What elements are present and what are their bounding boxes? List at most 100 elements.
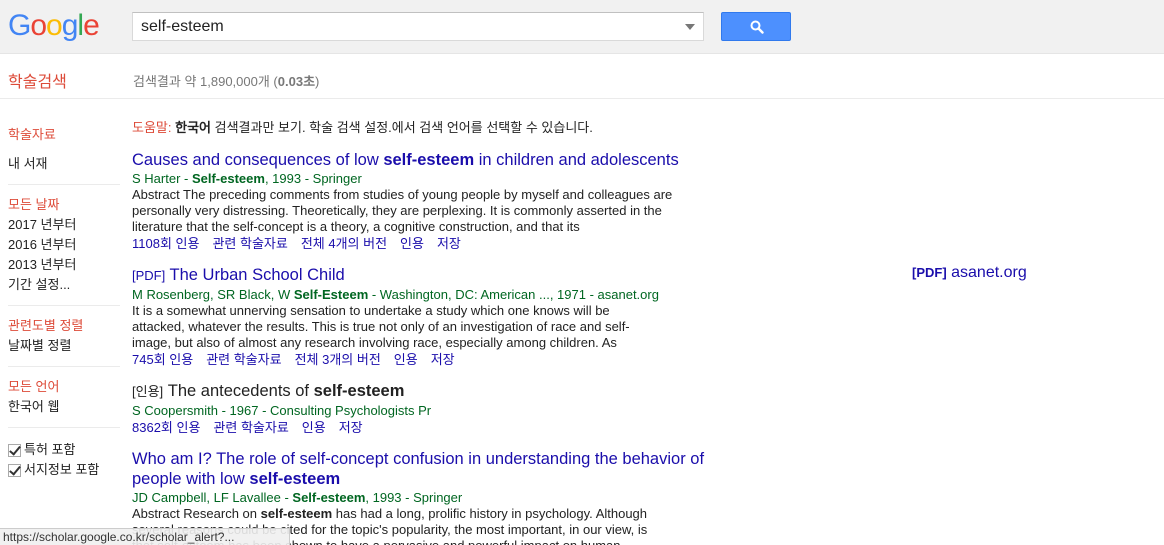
result-title-bold: self-esteem [249,470,341,488]
help-text: 검색결과만 보기. 학술 검색 설정.에서 검색 언어를 선택할 수 있습니다. [211,120,593,135]
cite-link[interactable]: 인용 [394,352,418,367]
sidebar-group-sort: 관련도별 정렬 날짜별 정렬 [8,316,120,367]
save-link[interactable]: 저장 [339,420,363,435]
browser-status-bar: https://scholar.google.co.kr/scholar_ale… [0,528,290,545]
versions-link[interactable]: 전체 4개의 버전 [301,236,387,251]
versions-link[interactable]: 전체 3개의 버전 [295,352,381,367]
search-icon [750,20,764,34]
snippet-bold: self-esteem [260,506,333,521]
result-meta-pre: S Harter - [132,171,192,186]
result-item: Causes and consequences of low self-este… [132,150,892,252]
result-title-link[interactable]: Causes and consequences of low self-este… [132,150,892,170]
result-title-pre: Causes and consequences of low [132,151,384,169]
result-meta-bold: Self-esteem [191,171,265,186]
sidebar-item-since-2013[interactable]: 2013 년부터 [8,255,120,275]
result-meta-post: - Washington, DC: American ..., 1971 - a… [368,287,659,302]
sidebar-item-articles[interactable]: 학술자료 [8,125,120,145]
sidebar-item-custom-range[interactable]: 기간 설정... [8,275,120,295]
result-item: [인용] The antecedents of self-esteem S Co… [132,381,892,436]
scholar-title[interactable]: 학술검색 [8,68,67,92]
result-links: 745회 인용 관련 학술자료 전체 3개의 버전 인용 저장 [132,351,892,368]
sidebar-group-language: 모든 언어 한국어 웹 [8,377,120,428]
sidebar-item-any-time[interactable]: 모든 날짜 [8,195,120,215]
logo-letter-o1: o [30,9,47,42]
help-label: 도움말: [132,120,172,135]
sidebar-group-options: 특허 포함 서지정보 포함 [8,438,120,480]
search-box [132,12,704,41]
sidebar-item-korean-web[interactable]: 한국어 웹 [8,397,120,417]
include-citations-checkbox[interactable] [8,463,21,477]
result-title: [인용] The antecedents of self-esteem [132,381,892,402]
sidebar-item-sort-date[interactable]: 날짜별 정렬 [8,336,120,356]
related-link[interactable]: 관련 학술자료 [213,420,288,435]
cited-by-link[interactable]: 1108회 인용 [132,236,199,251]
result-meta-post: , 1993 - Springer [264,171,362,186]
result-meta: S Harter - Self-esteem, 1993 - Springer [132,170,892,187]
result-meta-pre: JD Campbell, LF Lavallee - [132,490,293,505]
search-input[interactable] [133,13,673,40]
sidebar-item-sort-relevance[interactable]: 관련도별 정렬 [8,316,120,336]
include-patents-label: 특허 포함 [24,442,76,457]
stats-suffix: ) [315,74,320,89]
result-meta-bold: Self-Esteem [293,287,369,302]
result-meta: M Rosenberg, SR Black, W Self-Esteem - W… [132,286,892,303]
save-link[interactable]: 저장 [431,352,455,367]
result-title-bold: self-esteem [383,151,475,169]
result-type-tag: [인용] [132,384,164,399]
stats-prefix: 검색결과 약 1,890,000개 ( [133,74,278,89]
include-patents-checkbox[interactable] [8,443,21,457]
result-links: 8362회 인용 관련 학술자료 인용 저장 [132,419,892,436]
result-title-post: in children and adolescents [474,151,679,169]
search-options-dropdown[interactable] [685,24,695,30]
snippet-pre: Abstract Research on [132,506,261,521]
result-title-pre: Who am I? The role of self-concept confu… [132,450,705,488]
logo-letter-o2: o [46,9,63,42]
google-logo[interactable]: Google [8,8,100,44]
sidebar-item-any-language[interactable]: 모든 언어 [8,377,120,397]
sidebar-item-since-2017[interactable]: 2017 년부터 [8,215,120,235]
cite-link[interactable]: 인용 [302,420,326,435]
cited-by-link[interactable]: 745회 인용 [132,352,193,367]
result-meta-bold: Self-esteem [292,490,366,505]
result-title-link[interactable]: [PDF] The Urban School Child [132,265,892,286]
results-list: 도움말: 한국어 검색결과만 보기. 학술 검색 설정.에서 검색 언어를 선택… [132,119,892,545]
include-citations-label: 서지정보 포함 [24,462,100,477]
top-bar: Google [0,0,1164,54]
sidebar-item-since-2016[interactable]: 2016 년부터 [8,235,120,255]
save-link[interactable]: 저장 [437,236,461,251]
related-link[interactable]: 관련 학술자료 [212,236,287,251]
result-snippet: Abstract The preceding comments from stu… [132,187,673,234]
language-help-line: 도움말: 한국어 검색결과만 보기. 학술 검색 설정.에서 검색 언어를 선택… [132,119,892,137]
pdf-side-tag: [PDF] [912,265,947,280]
result-meta-post: , 1993 - Springer [365,490,463,505]
sidebar: 학술자료 내 서재 모든 날짜 2017 년부터 2016 년부터 2013 년… [8,120,120,480]
result-meta: S Coopersmith - 1967 - Consulting Psycho… [132,403,432,418]
result-links: 1108회 인용 관련 학술자료 전체 4개의 버전 인용 저장 [132,235,892,252]
include-patents-option[interactable]: 특허 포함 [8,440,120,460]
pdf-side-link[interactable]: [PDF] asanet.org [912,264,1027,282]
logo-letter-g: G [8,9,31,42]
cite-link[interactable]: 인용 [400,236,424,251]
help-language-link[interactable]: 한국어 [175,120,211,135]
search-button[interactable] [721,12,791,41]
include-citations-option[interactable]: 서지정보 포함 [8,460,120,480]
logo-letter-e: e [83,9,100,42]
logo-letter-g2: g [61,9,79,42]
result-meta-pre: M Rosenberg, SR Black, W [132,287,294,302]
pdf-side-domain: asanet.org [951,264,1027,281]
sub-header: 학술검색 검색결과 약 1,890,000개 (0.03초) [0,55,1164,99]
sidebar-group-date: 모든 날짜 2017 년부터 2016 년부터 2013 년부터 기간 설정..… [8,195,120,306]
result-title: The Urban School Child [169,266,345,284]
result-title-bold: self-esteem [313,382,405,400]
cited-by-link[interactable]: 8362회 인용 [132,420,200,435]
result-meta: JD Campbell, LF Lavallee - Self-esteem, … [132,489,892,506]
result-stats: 검색결과 약 1,890,000개 (0.03초) [133,71,319,90]
result-title-link[interactable]: Who am I? The role of self-concept confu… [132,449,732,489]
sidebar-group-collection: 학술자료 내 서재 [8,120,120,185]
sidebar-item-my-library[interactable]: 내 서재 [8,154,120,174]
result-type-tag: [PDF] [132,268,166,283]
stats-time: 0.03초 [277,74,316,89]
related-link[interactable]: 관련 학술자료 [206,352,281,367]
result-title-pre: The antecedents of [167,382,314,400]
result-item: [PDF] The Urban School Child M Rosenberg… [132,265,892,368]
